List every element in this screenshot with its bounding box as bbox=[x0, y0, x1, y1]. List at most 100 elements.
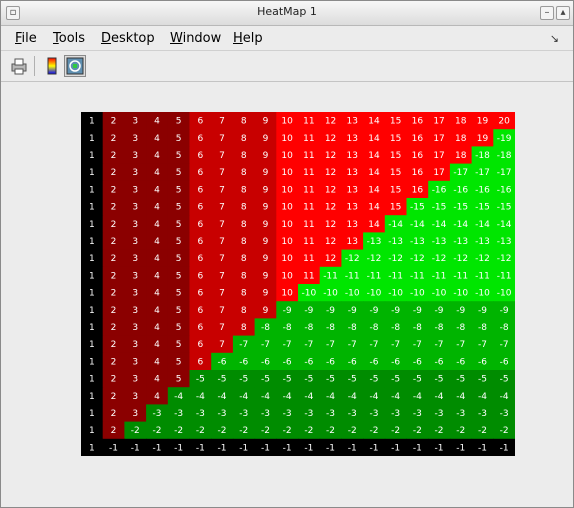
heatmap-cell-label: -1 bbox=[435, 443, 444, 453]
heatmap-cell-label: -9 bbox=[348, 306, 357, 316]
dock-arrow-icon[interactable]: ↘ bbox=[550, 32, 559, 45]
heatmap-cell-label: -12 bbox=[388, 254, 403, 264]
heatmap-cell-label: -7 bbox=[239, 340, 248, 350]
heatmap-cell-label: -8 bbox=[391, 323, 400, 333]
heatmap-cell-label: -6 bbox=[456, 357, 465, 367]
heatmap-cell-label: -3 bbox=[174, 409, 183, 419]
heatmap-cell-label: 4 bbox=[154, 375, 160, 385]
heatmap-cell-label: 7 bbox=[219, 134, 225, 144]
heatmap-cell-label: 10 bbox=[281, 254, 293, 264]
heatmap-cell-label: 12 bbox=[325, 203, 336, 213]
heatmap-cell-label: 15 bbox=[390, 117, 401, 127]
heatmap-cell-label: -3 bbox=[218, 409, 227, 419]
heatmap-cell-label: 8 bbox=[241, 254, 247, 264]
colorbar-button[interactable] bbox=[41, 55, 63, 77]
heatmap-cell-label: -6 bbox=[369, 357, 378, 367]
heatmap-cell-label: -12 bbox=[410, 254, 425, 264]
heatmap-cell-label: -1 bbox=[369, 443, 378, 453]
heatmap-cell-label: -3 bbox=[413, 409, 422, 419]
heatmap-cell-label: 6 bbox=[197, 151, 203, 161]
heatmap-cell-label: 3 bbox=[132, 203, 138, 213]
heatmap-cell-label: -4 bbox=[391, 392, 400, 402]
heatmap-cell-label: -6 bbox=[413, 357, 422, 367]
heatmap-cell-label: 10 bbox=[281, 151, 293, 161]
heatmap-cell-label: -18 bbox=[497, 151, 512, 161]
heatmap-cell-label: 8 bbox=[241, 220, 247, 230]
heatmap-cell-label: 1 bbox=[89, 151, 95, 161]
heatmap-cell-label: 14 bbox=[368, 203, 380, 213]
heatmap-cell-label: 6 bbox=[197, 323, 203, 333]
heatmap-cell-label: 3 bbox=[132, 220, 138, 230]
heatmap-cell-label: -6 bbox=[304, 357, 313, 367]
heatmap-cell-label: -1 bbox=[413, 443, 422, 453]
rotate-button[interactable] bbox=[64, 55, 86, 77]
heatmap-cell-label: 7 bbox=[219, 168, 225, 178]
heatmap-cell-label: -1 bbox=[500, 443, 509, 453]
heatmap-cell-label: -7 bbox=[369, 340, 378, 350]
menu-help[interactable]: Help bbox=[233, 31, 263, 46]
heatmap-cell-label: 9 bbox=[263, 134, 269, 144]
heatmap-cell-label: 17 bbox=[433, 168, 444, 178]
heatmap-cell-label: -3 bbox=[435, 409, 444, 419]
heatmap-cell-label: 1 bbox=[89, 375, 95, 385]
heatmap-cell-label: -11 bbox=[410, 271, 425, 281]
menu-desktop[interactable]: Desktop bbox=[101, 31, 155, 46]
toolbar-separator bbox=[34, 56, 35, 76]
heatmap-cell-label: 3 bbox=[132, 271, 138, 281]
heatmap-cell-label: 17 bbox=[433, 117, 444, 127]
heatmap-cell-label: 8 bbox=[241, 203, 247, 213]
heatmap-cell-label: -16 bbox=[432, 185, 447, 195]
heatmap-cell-label: -5 bbox=[413, 375, 422, 385]
heatmap-cell-label: -18 bbox=[475, 151, 490, 161]
minimize-button[interactable]: – bbox=[540, 6, 554, 20]
heatmap-cell-label: 9 bbox=[263, 289, 269, 299]
heatmap-cell-label: 9 bbox=[263, 185, 269, 195]
heatmap-cell-label: 1 bbox=[89, 443, 95, 453]
menu-window[interactable]: Window bbox=[170, 31, 221, 46]
heatmap-cell-label: -7 bbox=[435, 340, 444, 350]
heatmap-cell-label: -3 bbox=[152, 409, 161, 419]
heatmap-cell-label: 11 bbox=[303, 254, 314, 264]
heatmap-cell-label: -2 bbox=[391, 426, 400, 436]
menu-tools[interactable]: Tools bbox=[53, 31, 85, 46]
heatmap-cell-label: -3 bbox=[304, 409, 313, 419]
heatmap-cell-label: -7 bbox=[304, 340, 313, 350]
heatmap-cell-label: -2 bbox=[435, 426, 444, 436]
menu-file[interactable]: File bbox=[15, 31, 37, 46]
heatmap-cell-label: -7 bbox=[348, 340, 357, 350]
heatmap-cell-label: 4 bbox=[154, 306, 160, 316]
title-bar[interactable]: ▫ HeatMap 1 – ▴ bbox=[1, 1, 573, 26]
heatmap-cell-label: 12 bbox=[325, 134, 336, 144]
heatmap-cell-label: -8 bbox=[456, 323, 465, 333]
heatmap-cell-label: -8 bbox=[261, 323, 270, 333]
heatmap-cell-label: 14 bbox=[368, 134, 380, 144]
heatmap-cell-label: 8 bbox=[241, 117, 247, 127]
maximize-button[interactable]: ▴ bbox=[556, 6, 570, 20]
heatmap-cell-label: -15 bbox=[410, 203, 425, 213]
heatmap-cell-label: 4 bbox=[154, 323, 160, 333]
heatmap-cell-label: -15 bbox=[453, 203, 468, 213]
heatmap-cell-label: 12 bbox=[325, 117, 336, 127]
heatmap-cell-label: -1 bbox=[261, 443, 270, 453]
heatmap-cell-label: -9 bbox=[413, 306, 422, 316]
heatmap-cell-label: 1 bbox=[89, 220, 95, 230]
heatmap-chart[interactable]: 1 2 3 4 5 6 7 8 9 10 11 12 13 14 15 16 17 18 19 201 2 3 4 5 6 7 8 9… bbox=[81, 112, 515, 456]
heatmap-cell-label: -3 bbox=[239, 409, 248, 419]
heatmap-cell-label: 9 bbox=[263, 271, 269, 281]
heatmap-cell-label: 5 bbox=[176, 185, 182, 195]
heatmap-cell-label: 14 bbox=[368, 220, 380, 230]
heatmap-cell-label: 3 bbox=[132, 357, 138, 367]
heatmap-cell-label: -7 bbox=[500, 340, 509, 350]
print-button[interactable] bbox=[8, 55, 30, 77]
heatmap-cell-label: 3 bbox=[132, 185, 138, 195]
heatmap-cell-label: -4 bbox=[283, 392, 292, 402]
heatmap-cell-label: 1 bbox=[89, 340, 95, 350]
heatmap-cell-label: -5 bbox=[326, 375, 335, 385]
heatmap-cell-label: 1 bbox=[89, 409, 95, 419]
heatmap-cell-label: 7 bbox=[219, 306, 225, 316]
heatmap-cell-label: -5 bbox=[261, 375, 270, 385]
heatmap-cell-label: -11 bbox=[345, 271, 360, 281]
heatmap-cell-label: 2 bbox=[111, 168, 117, 178]
heatmap-cell-label: 2 bbox=[111, 357, 117, 367]
heatmap-cell-label: 6 bbox=[197, 203, 203, 213]
